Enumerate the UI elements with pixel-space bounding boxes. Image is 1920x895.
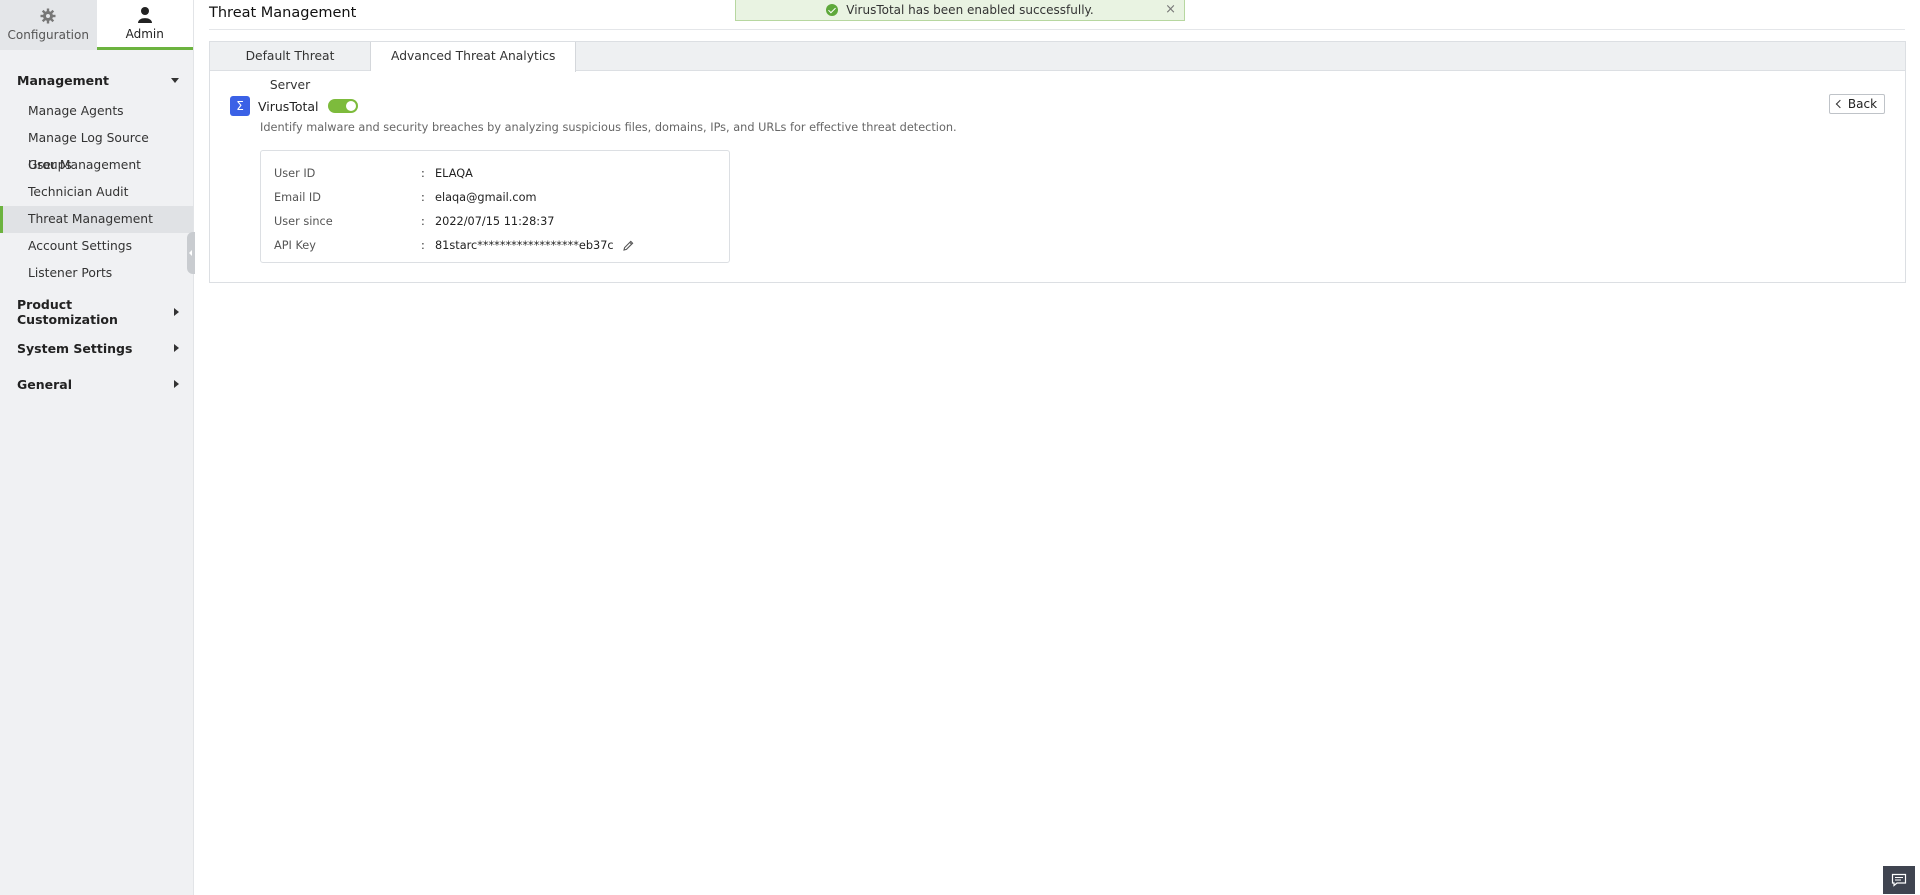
virustotal-enable-toggle[interactable] [327, 99, 358, 113]
product-customization-title: Product Customization [17, 297, 118, 327]
sidebar-item-listener-ports[interactable]: Listener Ports [0, 260, 193, 287]
detail-value-api-key: 81starc******************eb37c [435, 238, 614, 252]
detail-row-user-id: User ID : ELAQA [261, 161, 729, 185]
tab-default-threat-server[interactable]: Default Threat Server [210, 42, 371, 92]
chevron-left-icon [1835, 99, 1845, 109]
check-circle-icon [826, 4, 839, 16]
management-section-header[interactable]: Management [0, 70, 193, 90]
virustotal-header: Σ VirusTotal [230, 96, 358, 116]
management-items: Manage Agents Manage Log Source Groups U… [0, 98, 193, 287]
page-title: Threat Management [209, 5, 357, 21]
detail-value-user-since: 2022/07/15 11:28:37 [435, 214, 555, 228]
detail-colon: : [421, 166, 425, 180]
tab-advanced-threat-analytics[interactable]: Advanced Threat Analytics [371, 42, 577, 72]
detail-value-user-id: ELAQA [435, 166, 473, 180]
tab-bar: Default Threat Server Advanced Threat An… [210, 42, 1905, 92]
back-button-label: Back [1847, 97, 1878, 111]
general-header[interactable]: General [0, 374, 193, 394]
top-tabs: Configuration Admin [0, 0, 193, 50]
system-settings-section: System Settings [0, 338, 193, 358]
tab-configuration-label: Configuration [7, 28, 89, 42]
chat-icon [1891, 873, 1907, 887]
virustotal-logo-icon: Σ [230, 96, 250, 116]
product-customization-header[interactable]: Product Customization [0, 297, 193, 327]
detail-row-email-id: Email ID : elaqa@gmail.com [261, 185, 729, 209]
virustotal-description: Identify malware and security breaches b… [260, 121, 957, 134]
caret-down-icon [171, 77, 179, 83]
general-section: General [0, 374, 193, 394]
detail-label: API Key [274, 238, 316, 252]
user-icon [137, 7, 152, 23]
management-section: Management Manage Agents Manage Log Sour… [0, 70, 193, 287]
tab-admin-label: Admin [125, 27, 164, 41]
general-title: General [17, 376, 72, 392]
detail-label: User ID [274, 166, 316, 180]
detail-colon: : [421, 238, 425, 252]
sidebar-item-manage-agents[interactable]: Manage Agents [0, 98, 193, 125]
caret-right-icon [174, 344, 179, 352]
sidebar-collapse-handle[interactable] [187, 232, 195, 274]
virustotal-name: VirusTotal [258, 98, 319, 114]
tab-configuration[interactable]: Configuration [0, 0, 97, 50]
management-section-title: Management [17, 72, 110, 88]
back-button[interactable]: Back [1829, 94, 1885, 114]
detail-colon: : [421, 214, 425, 228]
caret-right-icon [174, 380, 179, 388]
sidebar-item-user-management[interactable]: User Management [0, 152, 193, 179]
detail-label: User since [274, 214, 333, 228]
caret-right-icon [174, 308, 179, 316]
success-toast: VirusTotal has been enabled successfully… [735, 0, 1185, 21]
toast-message: VirusTotal has been enabled successfully… [846, 3, 1094, 17]
sidebar-item-account-settings[interactable]: Account Settings [0, 233, 193, 260]
detail-label: Email ID [274, 190, 321, 204]
detail-value-api-key-wrap: 81starc******************eb37c [435, 239, 634, 252]
title-divider [209, 29, 1905, 30]
sidebar-item-technician-audit[interactable]: Technician Audit [0, 179, 193, 206]
system-settings-title: System Settings [17, 340, 133, 356]
detail-row-user-since: User since : 2022/07/15 11:28:37 [261, 209, 729, 233]
gear-icon [40, 8, 56, 24]
close-icon[interactable]: × [1165, 2, 1176, 17]
system-settings-header[interactable]: System Settings [0, 338, 193, 358]
product-customization-section: Product Customization [0, 297, 193, 327]
sidebar-item-manage-log-source-groups[interactable]: Manage Log Source Groups [0, 125, 193, 172]
pencil-edit-icon[interactable] [622, 240, 634, 251]
detail-value-email-id: elaqa@gmail.com [435, 190, 537, 204]
virustotal-details-box: User ID : ELAQA Email ID : elaqa@gmail.c… [260, 150, 730, 263]
sidebar: Configuration Admin Management Manage Ag… [0, 0, 194, 895]
chat-button[interactable] [1883, 866, 1915, 894]
threat-panel: Default Threat Server Advanced Threat An… [209, 41, 1906, 283]
tab-admin[interactable]: Admin [96, 0, 193, 50]
sidebar-item-threat-management[interactable]: Threat Management [0, 206, 193, 233]
detail-colon: : [421, 190, 425, 204]
detail-row-api-key: API Key : 81starc******************eb37c [261, 233, 729, 257]
